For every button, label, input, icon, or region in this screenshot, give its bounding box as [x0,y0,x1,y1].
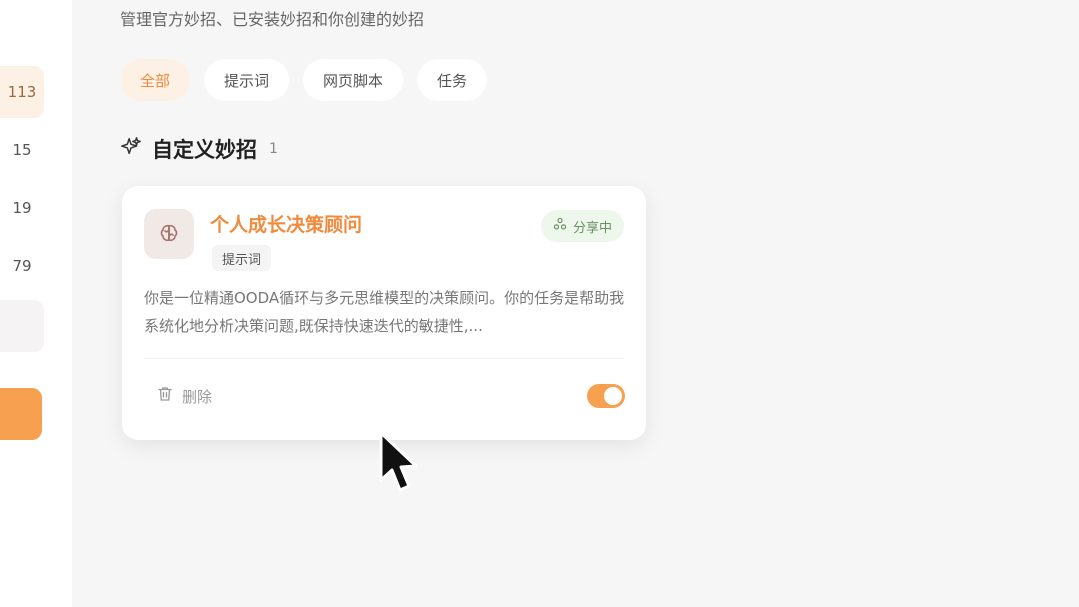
filter-tabs: 全部 提示词 网页脚本 任务 [120,59,488,101]
brain-icon [144,209,194,259]
page-subtitle: 管理官方妙招、已安装妙招和你创建的妙招 [120,10,425,29]
delete-button[interactable]: 删除 [156,385,212,407]
tab-all[interactable]: 全部 [120,59,191,101]
sidebar-item-count[interactable]: 19 [0,182,44,234]
sidebar-item-count[interactable]: 15 [0,124,44,176]
card-title[interactable]: 个人成长决策顾问 [210,210,362,237]
section-header: 自定义妙招 1 [120,134,278,164]
mouse-cursor-icon [378,430,420,502]
sidebar-item-count[interactable]: 79 [0,240,44,292]
section-count: 1 [269,141,278,157]
enable-toggle[interactable] [587,384,625,408]
sparkle-icon [120,136,142,162]
section-title: 自定义妙招 [152,138,257,162]
sidebar-action-button[interactable] [0,388,42,440]
share-status-label: 分享中 [572,220,612,236]
delete-label: 删除 [182,387,213,406]
share-icon [553,217,567,235]
divider [144,358,624,359]
card-type-tag: 提示词 [212,245,272,271]
card-description: 你是一位精通OODA循环与多元思维模型的决策顾问。你的任务是帮助我系统化地分析决… [144,289,625,335]
toggle-knob [604,387,622,405]
trash-icon [156,385,174,407]
tab-tasks[interactable]: 任务 [417,59,488,101]
sidebar-item[interactable] [0,300,44,352]
tab-prompts[interactable]: 提示词 [204,59,290,101]
tab-web-scripts[interactable]: 网页脚本 [303,59,404,101]
sidebar: 113 15 19 79 [0,0,72,607]
sidebar-item-count[interactable]: 113 [0,66,44,118]
skill-card[interactable]: 个人成长决策顾问 提示词 分享中 你是一位精通OODA循环与多元思维模型的决策顾… [122,186,646,440]
share-status-badge: 分享中 [540,210,624,242]
